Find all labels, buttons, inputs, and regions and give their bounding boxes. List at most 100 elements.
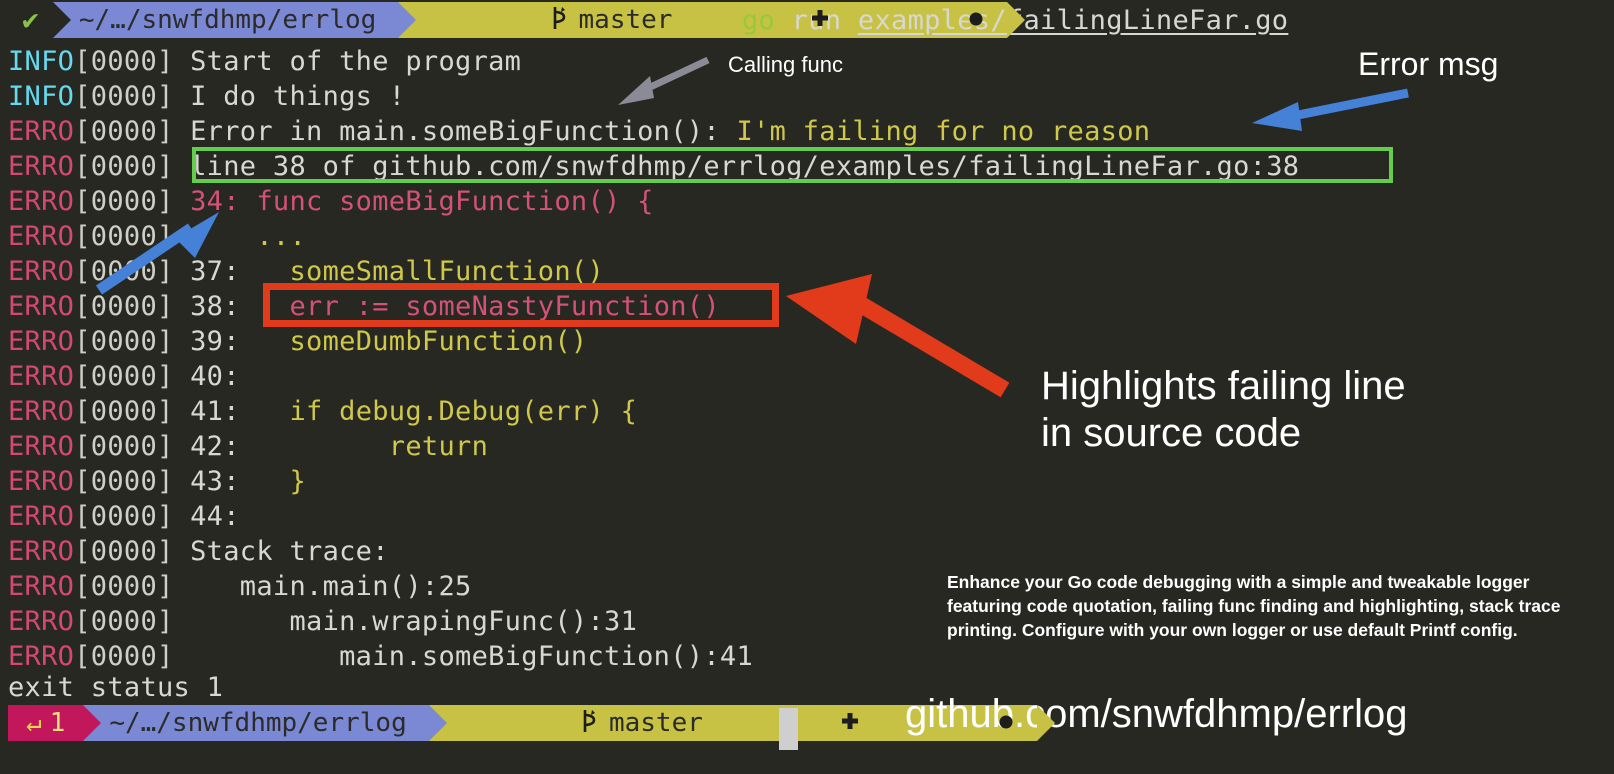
log-message-part: 44: — [190, 501, 257, 532]
log-timestamp: [0000] — [74, 221, 191, 252]
log-message-part: 39: — [190, 326, 257, 357]
log-message-part: 40: — [190, 361, 257, 392]
log-message-part: 34: func someBigFunction() { — [190, 186, 654, 217]
git-branch-icon-svg — [553, 6, 565, 29]
log-timestamp: [0000] — [74, 606, 191, 637]
log-message-part: 42: — [190, 431, 257, 462]
log-level: ERRO — [8, 326, 75, 357]
log-line: ERRO[0000] 43: } — [8, 464, 1299, 499]
log-timestamp: [0000] — [74, 641, 191, 672]
git-branch-icon — [455, 682, 597, 765]
log-timestamp: [0000] — [74, 571, 191, 602]
log-timestamp: [0000] — [74, 46, 191, 77]
log-line: ERRO[0000] 38: err := someNastyFunction(… — [8, 289, 1299, 324]
log-message-part: 38: — [190, 291, 257, 322]
log-message-part: Error in main.someBigFunction(): — [190, 116, 737, 147]
log-timestamp: [0000] — [74, 81, 191, 112]
log-level: INFO — [8, 81, 75, 112]
log-level: ERRO — [8, 256, 75, 287]
log-message-part: 37: — [190, 256, 257, 287]
log-level: ERRO — [8, 466, 75, 497]
prompt-exit-code: 1 — [49, 708, 66, 738]
log-timestamp: [0000] — [74, 291, 191, 322]
log-line: INFO[0000] I do things ! — [8, 79, 1299, 114]
log-message-part: return — [256, 431, 489, 462]
log-level: ERRO — [8, 116, 75, 147]
log-message-part: } — [256, 466, 307, 497]
log-timestamp: [0000] — [74, 501, 191, 532]
annotation-error-msg: Error msg — [1358, 46, 1499, 82]
log-message-part: if debug.Debug(err) { — [256, 396, 638, 427]
log-level: ERRO — [8, 221, 75, 252]
return-arrow-icon: ↵ — [26, 708, 42, 738]
log-level: ERRO — [8, 291, 75, 322]
log-level: INFO — [8, 46, 75, 77]
log-timestamp: [0000] — [74, 466, 191, 497]
log-message-part: someSmallFunction() — [256, 256, 605, 287]
log-message-part: I'm failing for no reason — [736, 116, 1151, 147]
log-message-part: 41: — [190, 396, 257, 427]
log-message-part: I do things ! — [190, 81, 406, 112]
log-level: ERRO — [8, 606, 75, 637]
log-level: ERRO — [8, 536, 75, 567]
log-message-part: main.someBigFunction():41 — [190, 641, 754, 672]
git-branch-icon — [424, 0, 566, 62]
prompt-path-segment-bottom: ~/…/snwfdhmp/errlog — [83, 705, 448, 741]
log-level: ERRO — [8, 641, 75, 672]
prompt-path-label-top: ~/…/snwfdhmp/errlog — [78, 5, 377, 35]
log-timestamp: [0000] — [74, 326, 191, 357]
shell-prompt-top: ✔ ~/…/snwfdhmp/errlog master — [0, 2, 1025, 38]
prompt-git-segment-bottom: master — [428, 705, 1055, 741]
annotation-highlights-line2: in source code — [1041, 411, 1302, 455]
prompt-status-segment: ✔ — [0, 2, 71, 38]
log-level: ERRO — [8, 151, 75, 182]
log-message-part: err := someNastyFunction() — [256, 291, 720, 322]
log-message-part: main.wrapingFunc():31 — [190, 606, 638, 637]
log-message-part: Stack trace: — [190, 536, 389, 567]
shell-prompt-bottom: ↵ 1 ~/…/snwfdhmp/errlog master — [8, 705, 1055, 741]
log-timestamp: [0000] — [74, 431, 191, 462]
checkmark-icon: ✔ — [22, 3, 39, 36]
dot-icon-svg-bottom — [999, 715, 1013, 729]
log-level: ERRO — [8, 361, 75, 392]
log-line: ERRO[0000] Error in main.someBigFunction… — [8, 114, 1299, 149]
plus-icon-svg — [811, 10, 828, 26]
log-level: ERRO — [8, 186, 75, 217]
log-timestamp: [0000] — [74, 396, 191, 427]
terminal-window: ✔ ~/…/snwfdhmp/errlog master go examples… — [0, 0, 1614, 774]
log-message-part: main.main():25 — [190, 571, 472, 602]
plus-icon — [715, 684, 860, 762]
prompt-git-segment-top: master — [398, 2, 1025, 38]
log-line: ERRO[0000] Stack trace: — [8, 534, 1299, 569]
log-level: ERRO — [8, 396, 75, 427]
log-level: ERRO — [8, 501, 75, 532]
git-branch-icon-svg-bottom — [583, 709, 596, 732]
annotation-description: Enhance your Go code debugging with a si… — [947, 572, 1561, 640]
log-line: ERRO[0000] ... — [8, 219, 1299, 254]
annotation-highlights: Highlights failing line in source code — [1041, 363, 1406, 457]
log-line: ERRO[0000] line 38 of github.com/snwfdhm… — [8, 149, 1299, 184]
log-message-part: someDumbFunction() — [256, 326, 588, 357]
log-message-part: line 38 of github.com/snwfdhmp/errlog/ex… — [190, 151, 1300, 182]
log-timestamp: [0000] — [74, 116, 191, 147]
prompt-git-branch-top: master — [578, 5, 673, 35]
prompt-path-label-bottom: ~/…/snwfdhmp/errlog — [109, 708, 407, 738]
log-timestamp: [0000] — [74, 361, 191, 392]
log-line: ERRO[0000] main.someBigFunction():41 — [8, 639, 1299, 674]
annotation-highlights-line1: Highlights failing line — [1041, 364, 1406, 408]
log-line: ERRO[0000] 37: someSmallFunction() — [8, 254, 1299, 289]
log-line: ERRO[0000] 44: — [8, 499, 1299, 534]
exit-status-text: exit status 1 — [8, 672, 224, 703]
log-message-part: 43: — [190, 466, 257, 497]
log-timestamp: [0000] — [74, 151, 191, 182]
prompt-exit-segment: ↵ 1 — [8, 705, 102, 741]
dot-icon — [842, 0, 985, 59]
log-line: INFO[0000] Start of the program — [8, 44, 1299, 79]
log-timestamp: [0000] — [74, 256, 191, 287]
log-timestamp: [0000] — [74, 186, 191, 217]
log-level: ERRO — [8, 571, 75, 602]
plus-icon — [684, 0, 829, 59]
prompt-path-segment-top: ~/…/snwfdhmp/errlog — [52, 2, 417, 38]
plus-icon-svg-bottom — [842, 713, 859, 729]
log-line: ERRO[0000] 34: func someBigFunction() { — [8, 184, 1299, 219]
